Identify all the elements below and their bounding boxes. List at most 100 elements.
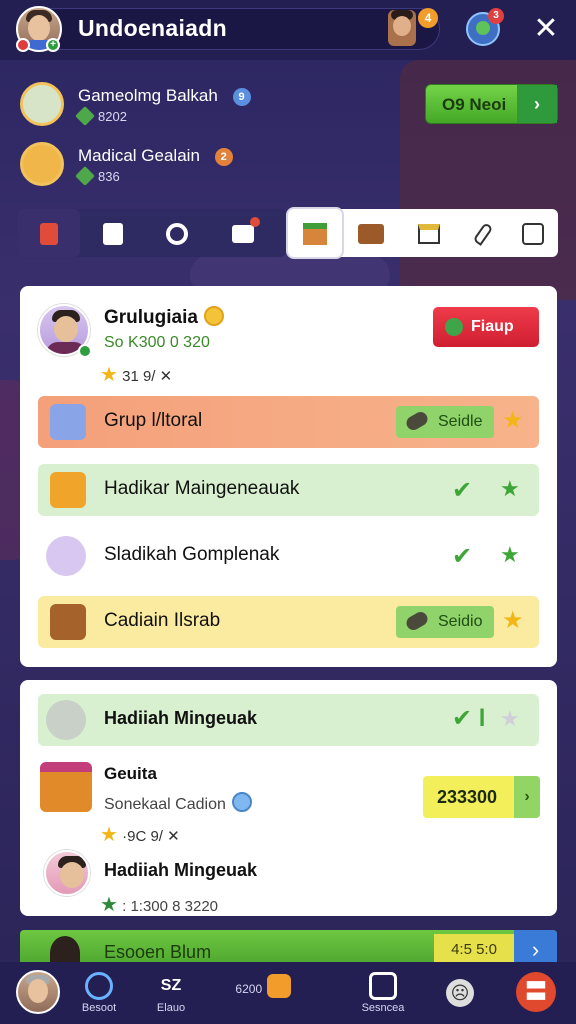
chest-icon (358, 224, 384, 245)
user-avatar (46, 700, 86, 740)
nav-item-home[interactable]: 6200 (226, 962, 300, 1024)
chevron-right-icon: › (514, 776, 540, 818)
claim-button[interactable]: Seidle (396, 406, 494, 438)
summary-title: Madical Gealain (78, 146, 200, 165)
gift-icon (303, 223, 327, 246)
star-icon: ★ (100, 364, 118, 386)
capsule-icon (403, 609, 431, 633)
nav-item-label: Elauo (156, 1002, 186, 1014)
nav-item-boost[interactable]: Besoot (74, 962, 124, 1024)
nav-item-label: 6200 (235, 982, 263, 996)
star-icon: ★ (500, 706, 520, 731)
puzzle-icon (522, 223, 544, 246)
close-button[interactable]: ✕ (528, 12, 564, 48)
tab-calendar[interactable] (402, 209, 456, 257)
inbox-icon (232, 225, 254, 244)
item-title: Hadiiah Mingeuak (104, 860, 258, 880)
reward-row-label: Hadikar Maingeneauak (104, 478, 300, 499)
price-button[interactable]: 233300 › (423, 776, 540, 818)
summary-value: 836 (98, 169, 120, 184)
tab-cards[interactable] (18, 209, 80, 257)
notification-count-badge: 4 (418, 8, 438, 28)
search-icon (369, 972, 397, 1000)
menu-button[interactable]: 〓 (516, 972, 556, 1012)
info-badge: 9 (232, 88, 251, 106)
character-icon[interactable] (388, 10, 416, 46)
coin-icon (203, 306, 224, 326)
item-stats: ·9C 9/ ✕ (122, 828, 180, 845)
summary-value: 8202 (98, 109, 127, 124)
player-stats: 31 9/ ✕ (122, 368, 173, 385)
player-score: So K300 0 320 (104, 334, 210, 351)
item-subtitle: : 1:300 8 3220 (122, 898, 219, 915)
star-icon: ★ (502, 407, 524, 434)
tab-inbox[interactable] (212, 209, 274, 257)
star-icon: ★ (500, 542, 520, 567)
action-button-label: Fiaup (471, 318, 514, 335)
tab-quill[interactable] (456, 209, 510, 257)
nav-profile-avatar[interactable] (16, 970, 60, 1014)
gift-bundle-icon (40, 762, 92, 812)
tab-support[interactable] (146, 209, 208, 257)
summary-title: Gameolmg Balkah (78, 86, 218, 105)
notification-count-badge: 3 (488, 8, 504, 24)
card-icon (40, 223, 58, 246)
check-icon: ✔ l (452, 705, 486, 732)
summary-item[interactable]: Madical Gealain 2 836 (20, 142, 320, 190)
status-badge-red (16, 38, 30, 52)
feather-icon (472, 222, 494, 247)
gem-icon (75, 166, 95, 186)
star-icon: ★ (100, 824, 118, 846)
ring-icon (85, 972, 113, 1000)
tab-gift[interactable] (288, 209, 342, 257)
tab-chest[interactable] (344, 209, 398, 257)
item-title: Geuita (104, 764, 157, 783)
online-badge (78, 344, 92, 358)
check-icon: ✔ (452, 543, 473, 570)
check-icon: ✔ (452, 477, 473, 504)
player-avatar[interactable] (44, 850, 90, 896)
reward-row-label: Hadiiah Mingeuak (104, 708, 258, 728)
gem-icon (75, 106, 95, 126)
tab-puzzle[interactable] (506, 209, 560, 257)
headset-icon (166, 223, 188, 246)
reward-row-label: Grup l/ltoral (104, 410, 203, 431)
capsule-icon (403, 409, 431, 433)
chevron-right-icon: › (517, 85, 557, 123)
status-badge-green: + (46, 38, 60, 52)
nav-item-stats[interactable]: SZ Elauo (146, 962, 196, 1024)
price-value: 233300 (437, 787, 498, 807)
next-button-label: O9 Neoi (442, 95, 507, 114)
nav-item-label: Sesncea (361, 1002, 405, 1014)
tab-bag[interactable] (82, 209, 144, 257)
claim-button[interactable]: Seidio (396, 606, 494, 638)
reward-row-label: Cadiain Ilsrab (104, 610, 221, 631)
nav-item-label: Besoot (81, 1002, 117, 1014)
nav-item-search[interactable]: Sesncea (358, 962, 408, 1024)
info-badge: 2 (214, 148, 233, 166)
bag-icon (103, 223, 123, 246)
claim-button-label: Seidio (438, 613, 483, 630)
reward-row-label: Sladikah Gomplenak (104, 544, 280, 565)
player-name: Grulugiaia (104, 307, 198, 328)
tablet-icon (50, 404, 86, 440)
face-icon: ☹ (446, 979, 474, 1007)
user-avatar (46, 536, 86, 576)
shield-icon (231, 792, 252, 812)
treasure-icon (50, 472, 86, 508)
treasure-chest-icon (20, 142, 64, 186)
star-icon: ★ (502, 607, 524, 634)
next-button[interactable]: O9 Neoi › (425, 84, 558, 124)
star-icon: ★ (100, 894, 118, 916)
calendar-icon (418, 224, 440, 245)
action-button[interactable]: Fiaup (433, 307, 539, 347)
page-title: Undoenaiadn (78, 15, 227, 41)
character-icon (20, 82, 64, 126)
promo-label: Esooen Blum (104, 942, 212, 962)
summary-item[interactable]: Gameolmg Balkah 9 8202 (20, 82, 320, 130)
home-icon (266, 974, 291, 998)
clover-icon (445, 318, 463, 336)
item-subtitle: Sonekaal Cadion (104, 796, 226, 813)
nav-item-emoji[interactable]: ☹ (440, 962, 480, 1024)
claim-button-label: Seidle (438, 413, 483, 430)
